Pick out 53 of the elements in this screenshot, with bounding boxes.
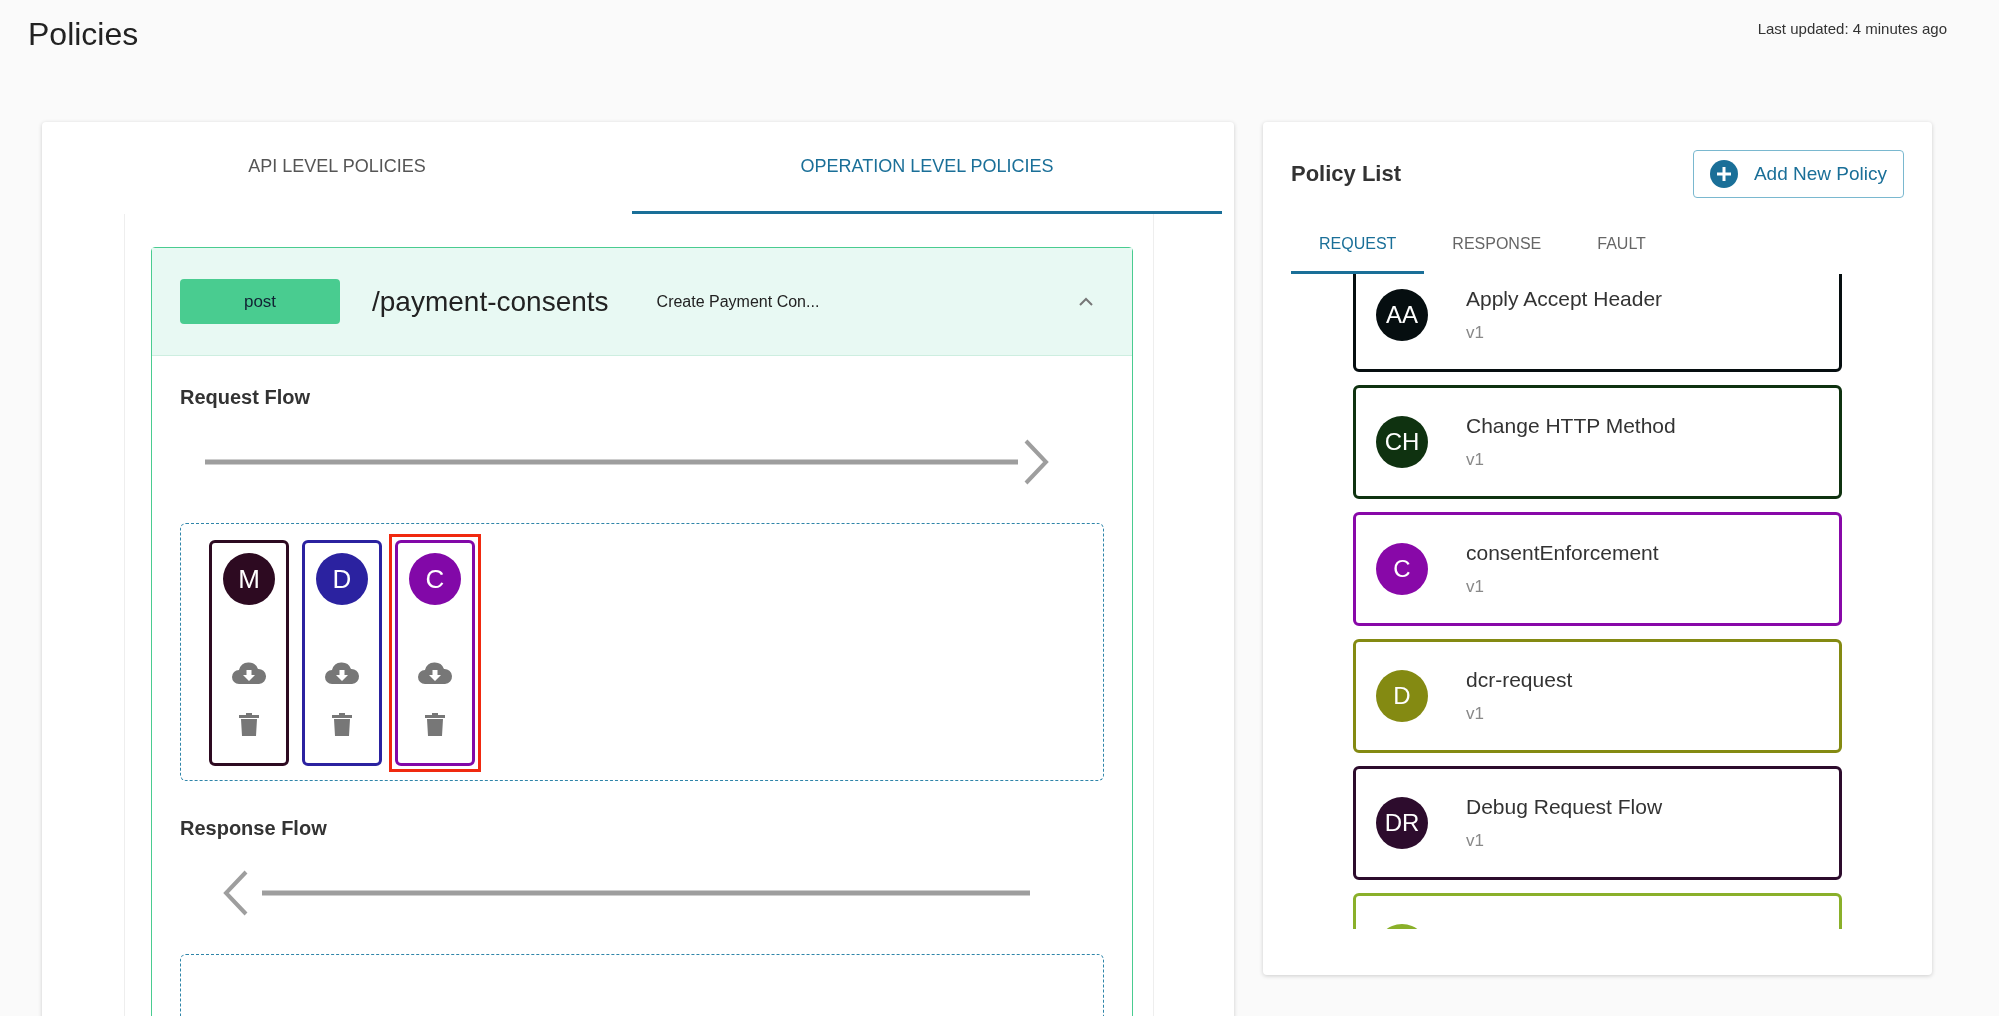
last-updated-text: Last updated: 4 minutes ago	[1757, 20, 1947, 37]
cloud-download-icon[interactable]	[417, 661, 453, 685]
flow-tab[interactable]: RESPONSE	[1424, 216, 1570, 274]
page-title: Policies	[28, 16, 139, 53]
level-tab[interactable]: API LEVEL POLICIES	[42, 122, 632, 214]
chevron-up-icon[interactable]	[1078, 296, 1094, 307]
policy-name: Change HTTP Method	[1466, 414, 1676, 438]
policy-version: v1	[1466, 831, 1485, 851]
policy-name: Debug Request Flow	[1466, 795, 1663, 819]
operation-header[interactable]: post /payment-consents Create Payment Con...	[152, 248, 1132, 356]
policy-card[interactable]: C	[395, 540, 475, 766]
trash-icon[interactable]	[424, 711, 446, 737]
policy-list-item[interactable]: DR Debug Request Flow v1	[1353, 766, 1842, 880]
policy-version: v1	[1466, 577, 1485, 597]
flow-tab[interactable]: REQUEST	[1291, 216, 1425, 274]
policy-avatar: D	[316, 553, 368, 605]
cloud-download-icon[interactable]	[324, 661, 360, 685]
policy-selection[interactable]: C	[389, 534, 481, 772]
operation-description: Create Payment Con...	[656, 292, 820, 311]
flow-title: Response Flow	[180, 817, 328, 840]
policy-avatar: AA	[1376, 289, 1428, 341]
cloud-download-icon[interactable]	[231, 661, 267, 685]
policy-card[interactable]: M	[209, 540, 289, 766]
policy-name: consentEnforcement	[1466, 541, 1659, 565]
plus-circle-icon	[1709, 160, 1738, 188]
policy-list-item[interactable]: C consentEnforcement v1	[1353, 512, 1842, 626]
policy-avatar: D	[1376, 670, 1428, 722]
policy-list-item[interactable]: AA Apply Accept Header v1	[1353, 274, 1842, 372]
trash-icon[interactable]	[238, 711, 260, 737]
level-tab[interactable]: OPERATION LEVEL POLICIES	[632, 122, 1222, 214]
add-policy-label: Add New Policy	[1753, 163, 1887, 185]
policy-avatar: C	[1376, 543, 1428, 595]
policy-selection[interactable]: M	[203, 534, 295, 772]
policy-selection[interactable]: D	[296, 534, 388, 772]
policy-list-item[interactable]: D dcr-request v1	[1353, 639, 1842, 753]
policy-list-item[interactable]: CH Change HTTP Method v1	[1353, 385, 1842, 499]
trash-icon[interactable]	[331, 711, 353, 737]
policy-version: v1	[1466, 323, 1485, 343]
operation-path: /payment-consents	[372, 285, 609, 318]
flow-title: Request Flow	[180, 386, 311, 409]
policy-version: v1	[1466, 704, 1485, 724]
policy-name: Apply Accept Header	[1466, 287, 1663, 311]
policy-avatar: M	[223, 553, 275, 605]
method-badge: post	[180, 279, 340, 324]
policy-list-title: Policy List	[1291, 161, 1402, 187]
policy-card[interactable]: D	[302, 540, 382, 766]
policy-avatar: C	[409, 553, 461, 605]
policy-name: dcr-request	[1466, 668, 1573, 692]
policy-avatar: DR	[1376, 797, 1428, 849]
policy-avatar: CH	[1376, 416, 1428, 468]
flow-tab[interactable]: FAULT	[1569, 216, 1674, 274]
add-policy-button[interactable]: Add New Policy	[1692, 150, 1904, 198]
policy-version: v1	[1466, 450, 1485, 470]
